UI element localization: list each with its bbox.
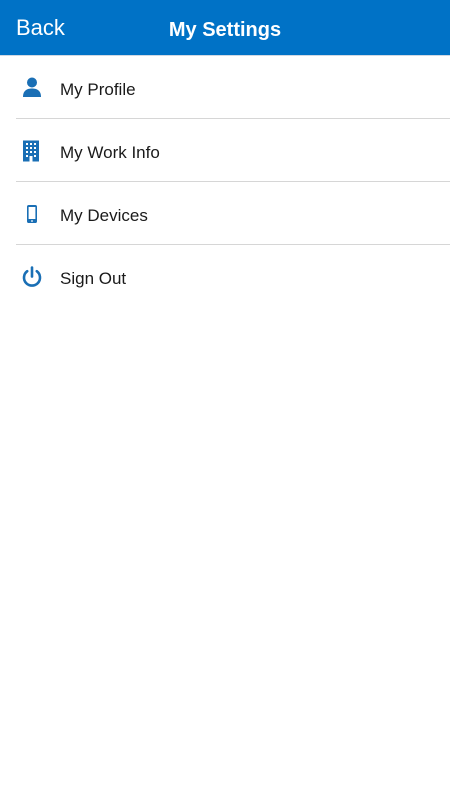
menu-item-label: My Work Info	[60, 143, 160, 162]
building-icon	[20, 139, 44, 163]
menu-item-sign-out[interactable]: Sign Out	[0, 245, 450, 308]
page-title: My Settings	[168, 19, 282, 41]
person-icon	[20, 76, 44, 100]
menu-item-my-work-info[interactable]: My Work Info	[0, 119, 450, 182]
menu-item-my-profile[interactable]: My Profile	[0, 56, 450, 119]
settings-list: My Profile My Work Info My Devices Sign …	[0, 56, 450, 308]
menu-item-label: My Profile	[60, 80, 136, 99]
menu-item-label: Sign Out	[60, 269, 127, 288]
menu-item-my-devices[interactable]: My Devices	[0, 182, 450, 245]
app-header: Back My Settings	[0, 0, 450, 56]
phone-icon	[20, 202, 44, 226]
menu-item-label: My Devices	[60, 206, 148, 225]
power-icon	[20, 265, 44, 289]
